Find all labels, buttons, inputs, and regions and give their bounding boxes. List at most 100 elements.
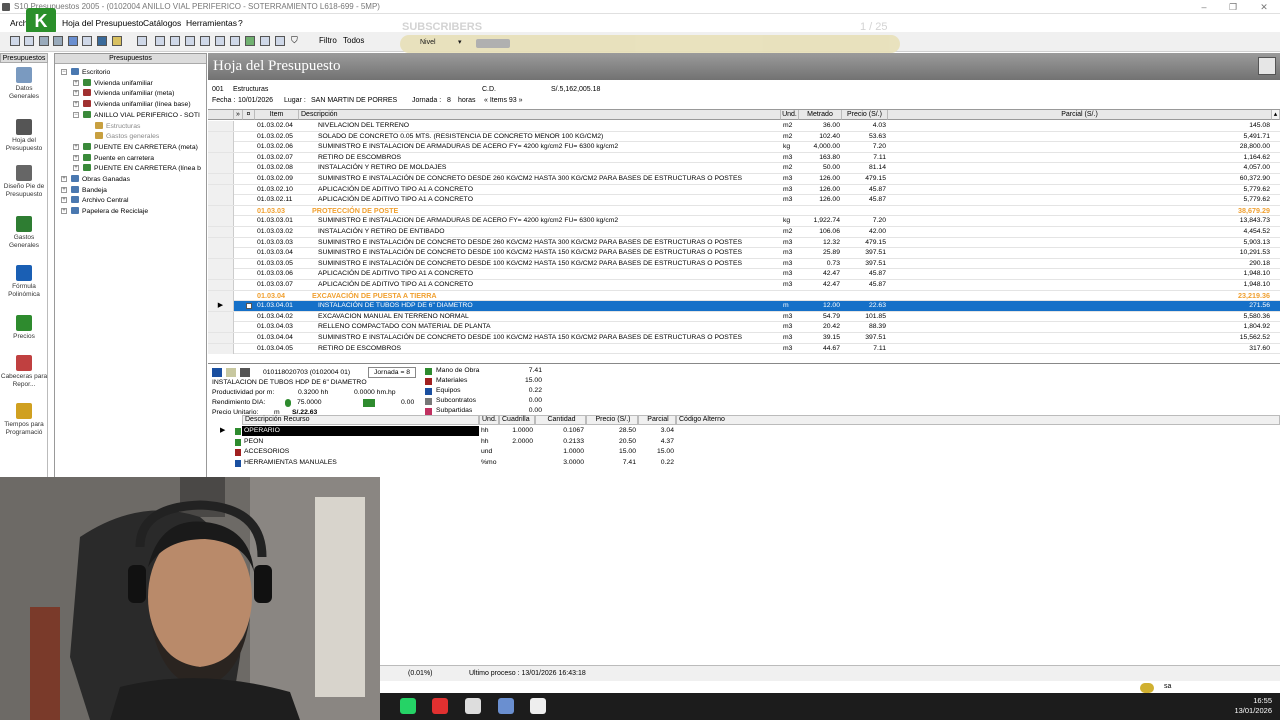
nav-edit-document[interactable]: Diseño Pie de Presupuesto <box>0 165 48 199</box>
table-row[interactable]: 01.03.03.04 SUMINISTRO E INSTALACIÓN DE C… <box>208 248 1280 259</box>
row-header[interactable] <box>208 237 234 248</box>
scroll-up-icon[interactable]: ▴ <box>1272 110 1280 120</box>
row-header[interactable] <box>208 333 234 343</box>
table-row[interactable]: 01.03.02.07 RETIRO DE ESCOMBROS m3 163.80 7.… <box>208 152 1280 164</box>
tree-expand-icon[interactable]: + <box>61 197 67 204</box>
col-und[interactable]: Und. <box>781 110 799 120</box>
close-icon[interactable]: ✕ <box>1256 0 1272 14</box>
rcol-desc[interactable]: Descripción Recurso <box>242 415 479 425</box>
rcol-codigo-alterno[interactable]: Código Alterno <box>676 415 1280 425</box>
tree-expand-icon[interactable]: − <box>73 111 79 118</box>
percent-icon[interactable] <box>260 36 270 46</box>
row-header[interactable]: ▶ <box>208 301 234 312</box>
tree-expand-icon[interactable]: − <box>61 69 67 75</box>
outdent-icon[interactable] <box>170 36 180 46</box>
row-header[interactable] <box>208 311 234 322</box>
up-icon[interactable] <box>39 36 49 46</box>
down-icon[interactable] <box>53 36 63 46</box>
tree-node[interactable]: Puente en carretera <box>83 153 154 163</box>
nav-worker[interactable]: Hoja del Presupuesto <box>0 119 48 153</box>
level-label[interactable]: Nivel <box>420 39 436 46</box>
nav-books[interactable]: Gastos Generales <box>0 216 48 250</box>
chapter-row[interactable]: 01.03.03 PROTECCIÓN DE POSTE 38,679.29 <box>208 205 1280 217</box>
nav-money[interactable]: Precios <box>0 315 48 341</box>
nav-stopwatch[interactable]: Tiempos para Programació <box>0 403 48 437</box>
indent-icon[interactable] <box>155 36 165 46</box>
row-header[interactable] <box>208 121 234 131</box>
table-row[interactable]: 01.03.02.06 SUMINISTRO E INSTALACION DE A… <box>208 142 1280 153</box>
tree-expand-icon[interactable]: + <box>61 176 67 182</box>
chapter-row[interactable]: 01.03.04 EXCAVACIÓN DE PUESTA A TIERRA 23,… <box>208 290 1280 302</box>
productividad-hmhp[interactable]: 0.0000 hm.hp <box>354 389 396 396</box>
table-row[interactable]: 01.03.04.04 SUMINISTRO E INSTALACIÓN DE C… <box>208 333 1280 344</box>
tree-expand-icon[interactable]: + <box>73 79 79 86</box>
productividad-hh[interactable]: 0.3200 hh <box>298 389 328 396</box>
filter-select[interactable]: Todos <box>343 36 364 45</box>
table-row[interactable]: 01.03.02.08 INSTALACIÓN Y RETIRO DE MOLDA… <box>208 163 1280 174</box>
rcol-und[interactable]: Und. <box>479 415 499 425</box>
tree-node[interactable]: Vivienda unifamiliar (meta) <box>83 89 174 98</box>
row-header[interactable] <box>208 280 234 290</box>
tree-expand-icon[interactable]: + <box>73 90 79 97</box>
table-row[interactable]: 01.03.03.07 APLICACIÓN DE ADITIVO TIPO A1… <box>208 280 1280 291</box>
resource-row[interactable]: ▶ OPERARIO hh 1.0000 0.1067 28.50 3.04 <box>208 426 888 437</box>
tree-view-icon[interactable] <box>82 36 92 46</box>
whatsapp-icon[interactable] <box>400 698 416 714</box>
funnel-icon[interactable]: ⛉ <box>291 35 309 46</box>
row-header[interactable] <box>208 152 234 163</box>
row-checkbox[interactable] <box>246 303 252 310</box>
rendimiento-extra[interactable]: 0.00 <box>401 399 414 406</box>
tree-expand-icon[interactable]: + <box>73 154 79 161</box>
col-item[interactable]: Item <box>255 110 299 120</box>
tree-node[interactable]: Vivienda unifamiliar (línea base) <box>83 100 191 109</box>
col-expand[interactable]: » <box>234 110 243 120</box>
grid-view-icon[interactable] <box>68 36 78 46</box>
calc-icon[interactable] <box>230 36 240 46</box>
resource-row[interactable]: PEON hh 2.0000 0.2133 20.50 4.37 <box>208 437 888 448</box>
table-row[interactable]: 01.03.04.03 RELLENO COMPACTADO CON MATERI… <box>208 322 1280 333</box>
tree-node[interactable]: Gastos generales <box>95 132 159 141</box>
tree-node[interactable]: Vivienda unifamiliar <box>83 78 153 88</box>
tree-node[interactable]: ANILLO VIAL PERIFERICO - SOTI <box>83 110 200 120</box>
tree-node[interactable]: Estructuras <box>95 121 140 131</box>
tag-icon[interactable] <box>112 36 122 46</box>
settings-icon[interactable] <box>275 36 285 46</box>
tree-expand-icon[interactable]: + <box>73 165 79 172</box>
app-icon[interactable] <box>530 698 546 714</box>
table-row[interactable]: 01.03.02.04 NIVELACION DEL TERRENO m2 36.00… <box>208 121 1280 132</box>
table-row[interactable]: 01.03.03.02 INSTALACIÓN Y RETIRO DE ENTIB… <box>208 227 1280 238</box>
tree-node[interactable]: PUENTE EN CARRETERA (meta) <box>83 142 198 152</box>
restore-icon[interactable]: ❐ <box>1225 0 1241 14</box>
table-row[interactable]: 01.03.03.05 SUMINISTRO E INSTALACIÓN DE C… <box>208 258 1280 270</box>
jornada-box[interactable]: Jornada = 8 <box>368 367 417 378</box>
row-header[interactable] <box>208 227 234 237</box>
paste-icon[interactable] <box>215 36 225 46</box>
row-header[interactable] <box>208 205 234 216</box>
tree-node[interactable]: Obras Ganadas <box>71 175 130 184</box>
row-header[interactable] <box>208 343 234 354</box>
nav-diamond[interactable]: Datos Generales <box>0 67 48 101</box>
clock[interactable]: 16:55 13/01/2026 <box>1234 696 1272 716</box>
nav-function[interactable]: Fórmula Polinómica <box>0 265 48 299</box>
table-row[interactable]: 01.03.03.03 SUMINISTRO E INSTALACIÓN DE C… <box>208 237 1280 249</box>
menu-help[interactable]: ? <box>238 15 243 32</box>
calculator-icon[interactable] <box>498 698 514 714</box>
col-parcial[interactable]: Parcial (S/.) <box>888 110 1272 120</box>
resource-row[interactable]: HERRAMIENTAS MANUALES %mo 3.0000 7.41 0.22 <box>208 458 888 469</box>
tray-user-icon[interactable] <box>1140 683 1154 693</box>
chevron-down-icon[interactable]: ▾ <box>458 38 462 46</box>
table-row[interactable]: 01.03.04.05 RETIRO DE ESCOMBROS m3 44.67 7.1… <box>208 343 1280 355</box>
col-flag[interactable]: ¤ <box>243 110 255 120</box>
menu-catalogos[interactable]: Catálogos <box>143 15 181 32</box>
sum-icon[interactable] <box>245 36 255 46</box>
row-header[interactable] <box>208 142 234 153</box>
row-header[interactable] <box>208 322 234 333</box>
tree-node[interactable]: Escritorio <box>71 68 110 77</box>
rendimiento-value[interactable]: 75.0000 <box>297 399 322 406</box>
insert-icon[interactable] <box>185 36 195 46</box>
table-row[interactable]: 01.03.02.11 APLICACIÓN DE ADITIVO TIPO A1… <box>208 195 1280 206</box>
monitor-icon[interactable] <box>97 36 107 46</box>
preview-icon[interactable] <box>24 36 34 46</box>
row-header[interactable] <box>208 216 234 227</box>
table-row[interactable]: 01.03.02.09 SUMINISTRO E INSTALACIÓN DE C… <box>208 174 1280 185</box>
